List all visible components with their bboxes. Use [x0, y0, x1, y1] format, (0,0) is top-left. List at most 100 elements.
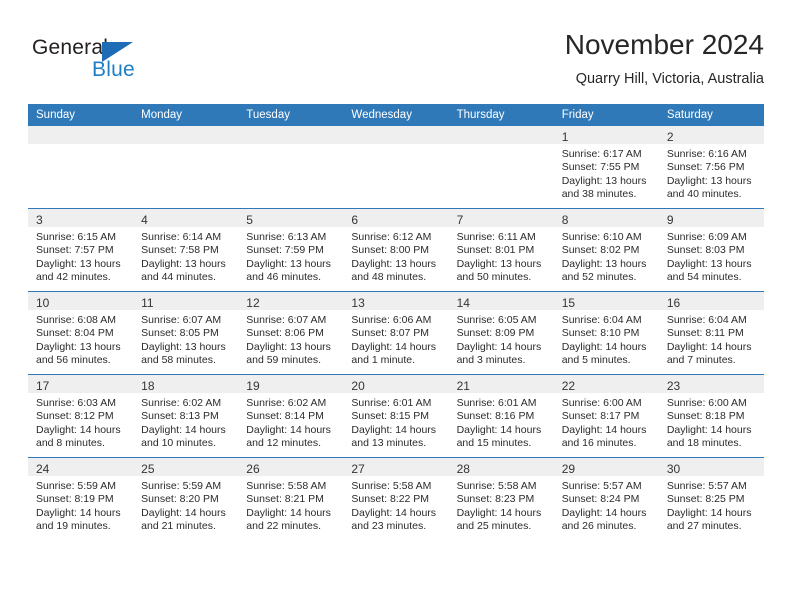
daylight-duration-line1: Daylight: 13 hours	[351, 257, 437, 270]
sunrise-time: Sunrise: 5:57 AM	[666, 480, 747, 492]
calendar-day-cell[interactable]: 7 Sunrise: 6:11 AM Sunset: 8:01 PM Daylight…	[448, 208, 554, 292]
sunrise-time: Sunrise: 6:07 AM	[141, 314, 222, 326]
sunset-time: Sunset: 8:01 PM	[456, 244, 535, 257]
day-number-band	[133, 126, 239, 144]
day-details: Sunrise: 6:10 AM Sunset: 8:02 PM Daylight:…	[554, 227, 659, 284]
calendar-day-cell[interactable]: 20 Sunrise: 6:01 AM Sunset: 8:15 PM Dayligh…	[343, 374, 449, 458]
sunrise-time: Sunrise: 6:15 AM	[36, 231, 116, 243]
calendar-day-cell[interactable]: 18 Sunrise: 6:02 AM Sunset: 8:13 PM Dayligh…	[133, 374, 239, 458]
sunrise-time: Sunrise: 5:58 AM	[246, 480, 327, 492]
sunset-time: Sunset: 8:16 PM	[456, 410, 535, 423]
day-number-band: 10	[28, 292, 134, 310]
calendar-day-cell[interactable]: 2 Sunrise: 6:16 AM Sunset: 7:56 PM Daylight…	[658, 126, 764, 209]
sunset-time: Sunset: 8:00 PM	[351, 244, 430, 257]
calendar-day-cell[interactable]: 5 Sunrise: 6:13 AM Sunset: 7:59 PM Daylight…	[238, 208, 344, 292]
day-number: 9	[666, 213, 674, 227]
day-number-band: 11	[133, 292, 239, 310]
daylight-duration-line1: Daylight: 14 hours	[666, 423, 752, 436]
calendar-day-cell[interactable]: 23 Sunrise: 6:00 AM Sunset: 8:18 PM Dayligh…	[658, 374, 764, 458]
day-number-band: 20	[343, 375, 449, 393]
page-header: General Blue November 2024 Quarry Hill, …	[28, 28, 764, 100]
day-number-band	[28, 126, 134, 144]
calendar-day-cell[interactable]: 11 Sunrise: 6:07 AM Sunset: 8:05 PM Dayligh…	[133, 291, 239, 375]
sunset-time: Sunset: 8:21 PM	[246, 493, 324, 506]
day-number-band: 18	[133, 375, 239, 393]
day-number: 6	[351, 213, 359, 227]
calendar-week-row: 1 Sunrise: 6:17 AM Sunset: 7:55 PM Daylight…	[28, 126, 764, 209]
day-number-band: 8	[553, 209, 659, 227]
day-number-band	[238, 126, 344, 144]
sunset-time: Sunset: 8:09 PM	[456, 327, 535, 340]
calendar-cell-empty	[343, 126, 449, 209]
day-number: 18	[141, 379, 155, 393]
calendar-day-cell[interactable]: 22 Sunrise: 6:00 AM Sunset: 8:17 PM Dayligh…	[553, 374, 659, 458]
page-title: November 2024	[564, 29, 764, 60]
sunset-time: Sunset: 8:03 PM	[666, 244, 745, 257]
calendar-week-row: 3 Sunrise: 6:15 AM Sunset: 7:57 PM Daylight…	[28, 208, 764, 292]
day-details: Sunrise: 6:14 AM Sunset: 7:58 PM Daylight:…	[133, 227, 238, 284]
calendar-day-cell[interactable]: 10 Sunrise: 6:08 AM Sunset: 8:04 PM Dayligh…	[28, 291, 134, 375]
weekday-header-thursday: Thursday	[448, 104, 554, 126]
day-details: Sunrise: 5:57 AM Sunset: 8:25 PM Daylight:…	[659, 476, 764, 533]
sunrise-time: Sunrise: 6:02 AM	[246, 397, 327, 409]
calendar-day-cell[interactable]: 15 Sunrise: 6:04 AM Sunset: 8:10 PM Dayligh…	[553, 291, 659, 375]
day-number: 3	[36, 213, 43, 227]
sunrise-time: Sunrise: 6:03 AM	[36, 397, 116, 409]
daylight-duration-line2: and 3 minutes.	[456, 353, 526, 366]
calendar-day-cell[interactable]: 6 Sunrise: 6:12 AM Sunset: 8:00 PM Daylight…	[343, 208, 449, 292]
general-blue-logo[interactable]: General Blue	[32, 36, 172, 92]
calendar-day-cell[interactable]: 29 Sunrise: 5:57 AM Sunset: 8:24 PM Dayligh…	[553, 457, 659, 540]
weekday-header-wednesday: Wednesday	[343, 104, 449, 126]
day-number-band: 27	[343, 458, 449, 476]
sunset-time: Sunset: 7:56 PM	[666, 161, 745, 174]
calendar-day-cell[interactable]: 8 Sunrise: 6:10 AM Sunset: 8:02 PM Daylight…	[553, 208, 659, 292]
calendar-day-cell[interactable]: 27 Sunrise: 5:58 AM Sunset: 8:22 PM Dayligh…	[343, 457, 449, 540]
day-number: 8	[561, 213, 569, 227]
calendar-grid: Sunday Monday Tuesday Wednesday Thursday…	[28, 104, 764, 540]
day-details: Sunrise: 6:13 AM Sunset: 7:59 PM Daylight:…	[238, 227, 343, 284]
calendar-day-cell[interactable]: 17 Sunrise: 6:03 AM Sunset: 8:12 PM Dayligh…	[28, 374, 134, 458]
day-number: 7	[456, 213, 464, 227]
sunset-time: Sunset: 8:06 PM	[246, 327, 324, 340]
sunset-time: Sunset: 8:12 PM	[36, 410, 114, 423]
daylight-duration-line2: and 26 minutes.	[561, 519, 637, 532]
sunrise-time: Sunrise: 6:02 AM	[141, 397, 222, 409]
daylight-duration-line2: and 18 minutes.	[666, 436, 742, 449]
day-number: 14	[456, 296, 470, 310]
brand-name-general: General	[32, 36, 109, 59]
calendar-day-cell[interactable]: 4 Sunrise: 6:14 AM Sunset: 7:58 PM Daylight…	[133, 208, 239, 292]
calendar-cell-empty	[448, 126, 554, 209]
calendar-day-cell[interactable]: 19 Sunrise: 6:02 AM Sunset: 8:14 PM Dayligh…	[238, 374, 344, 458]
calendar-day-cell[interactable]: 13 Sunrise: 6:06 AM Sunset: 8:07 PM Dayligh…	[343, 291, 449, 375]
calendar-day-cell[interactable]: 21 Sunrise: 6:01 AM Sunset: 8:16 PM Dayligh…	[448, 374, 554, 458]
calendar-day-cell[interactable]: 3 Sunrise: 6:15 AM Sunset: 7:57 PM Daylight…	[28, 208, 134, 292]
day-details: Sunrise: 6:16 AM Sunset: 7:56 PM Daylight:…	[659, 144, 764, 201]
daylight-duration-line1: Daylight: 13 hours	[36, 340, 121, 353]
calendar-day-cell[interactable]: 26 Sunrise: 5:58 AM Sunset: 8:21 PM Dayligh…	[238, 457, 344, 540]
page-subtitle: Quarry Hill, Victoria, Australia	[575, 71, 764, 87]
calendar-day-cell[interactable]: 12 Sunrise: 6:07 AM Sunset: 8:06 PM Dayligh…	[238, 291, 344, 375]
daylight-duration-line2: and 52 minutes.	[561, 270, 637, 283]
calendar-day-cell[interactable]: 1 Sunrise: 6:17 AM Sunset: 7:55 PM Daylight…	[553, 126, 659, 209]
calendar-cell-empty	[238, 126, 344, 209]
calendar-day-cell[interactable]: 25 Sunrise: 5:59 AM Sunset: 8:20 PM Dayligh…	[133, 457, 239, 540]
calendar-day-cell[interactable]: 16 Sunrise: 6:04 AM Sunset: 8:11 PM Dayligh…	[658, 291, 764, 375]
calendar-day-cell[interactable]: 24 Sunrise: 5:59 AM Sunset: 8:19 PM Dayligh…	[28, 457, 134, 540]
sunset-time: Sunset: 8:23 PM	[456, 493, 535, 506]
calendar-day-cell[interactable]: 28 Sunrise: 5:58 AM Sunset: 8:23 PM Dayligh…	[448, 457, 554, 540]
calendar-day-cell[interactable]: 9 Sunrise: 6:09 AM Sunset: 8:03 PM Daylight…	[658, 208, 764, 292]
sunrise-time: Sunrise: 6:01 AM	[456, 397, 537, 409]
calendar-day-cell[interactable]: 30 Sunrise: 5:57 AM Sunset: 8:25 PM Dayligh…	[658, 457, 764, 540]
day-details: Sunrise: 6:09 AM Sunset: 8:03 PM Daylight:…	[659, 227, 764, 284]
day-number: 16	[666, 296, 681, 310]
calendar-day-cell[interactable]: 14 Sunrise: 6:05 AM Sunset: 8:09 PM Dayligh…	[448, 291, 554, 375]
sunrise-time: Sunrise: 6:01 AM	[351, 397, 432, 409]
daylight-duration-line2: and 59 minutes.	[246, 353, 321, 366]
sunrise-time: Sunrise: 6:05 AM	[456, 314, 537, 326]
day-number: 25	[141, 462, 155, 476]
daylight-duration-line1: Daylight: 13 hours	[666, 257, 752, 270]
day-details: Sunrise: 5:59 AM Sunset: 8:19 PM Daylight:…	[28, 476, 133, 533]
weekday-header-saturday: Saturday	[658, 104, 764, 126]
day-number-band: 25	[133, 458, 239, 476]
daylight-duration-line1: Daylight: 13 hours	[666, 174, 752, 187]
